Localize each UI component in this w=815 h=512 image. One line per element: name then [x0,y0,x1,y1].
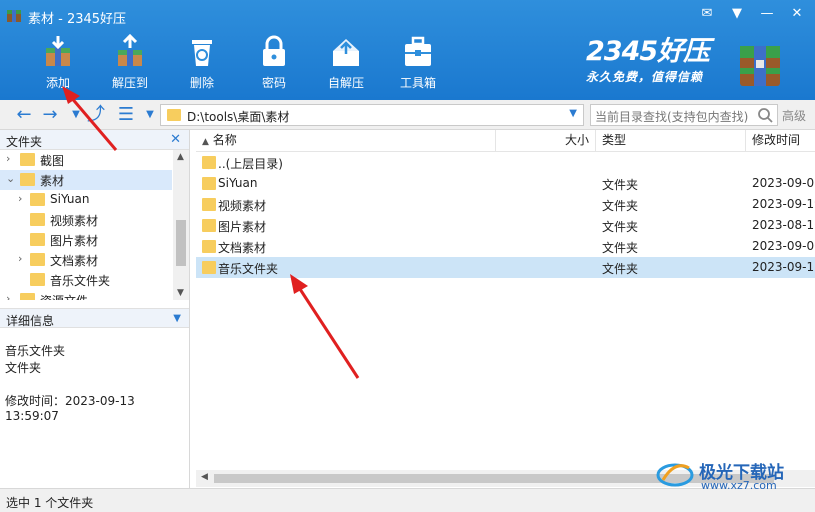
tree-scrollbar[interactable]: ▲ ▼ [173,150,189,300]
folder-icon [30,193,45,206]
detail-type: 文件夹 [5,361,42,375]
folder-icon [202,156,216,169]
table-row[interactable]: 文档素材 文件夹 2023-09-06 [196,236,815,257]
view-dropdown-icon[interactable]: ▼ [140,105,160,125]
tree-item[interactable]: › 截图 [0,150,172,170]
status-text: 选中 1 个文件夹 [6,496,94,510]
address-bar: ← → ▼ ⤴ ☰ ▼ D:\tools\桌面\素材 ▼ 当前目录查找(支持包内… [0,100,815,130]
sort-up-icon: ▲ [202,137,209,147]
brand-slogan: 永久免费，值得信赖 [586,70,704,84]
up-folder-icon[interactable]: ⤴ [86,105,106,125]
file-list: ▲ 名称 大小 类型 修改时间 ..(上层目录) SiYuan 文件夹 2023… [196,130,815,470]
folder-icon [202,198,216,211]
app-header: 素材 - 2345好压 ✉ ▼ — ✕ 添加 解压到 删除 密码 自解压 工具箱… [0,0,815,100]
folder-icon [20,293,35,300]
column-size[interactable]: 大小 [496,130,596,152]
toolbox-button[interactable]: 工具箱 [382,30,454,96]
folder-icon [202,219,216,232]
table-row-selected[interactable]: 音乐文件夹 文件夹 2023-09-13 [196,257,815,278]
search-input[interactable]: 当前目录查找(支持包内查找) [590,104,778,126]
add-archive-icon [46,36,70,66]
tree-item[interactable]: › 资源文件 [0,290,172,300]
folder-icon [167,109,181,121]
chevron-right-icon[interactable]: › [6,152,10,165]
details-header: 详细信息 ▼ [0,308,189,328]
history-dropdown-icon[interactable]: ▼ [66,105,86,125]
folder-panel: 文件夹 ✕ › 截图 ⌄ 素材 › SiYuan 视频素材 图片素材 › 文档素… [0,130,190,488]
lock-icon [263,35,285,66]
scrollbar-thumb[interactable] [176,220,186,266]
extract-to-button[interactable]: 解压到 [94,30,166,96]
archive-box-icon [740,46,780,86]
chevron-right-icon[interactable]: › [6,292,10,300]
chevron-right-icon[interactable]: › [18,252,22,265]
title-bar: 素材 - 2345好压 ✉ ▼ — ✕ [0,0,815,30]
search-icon[interactable] [757,107,773,123]
table-row[interactable]: ..(上层目录) [196,152,815,173]
folder-icon [30,273,45,286]
tree-item[interactable]: ⌄ 素材 [0,170,172,190]
tree-item[interactable]: › SiYuan [0,190,172,210]
self-extract-button[interactable]: 自解压 [310,30,382,96]
path-field[interactable]: D:\tools\桌面\素材 ▼ [160,104,584,126]
brand-name: 2345好压 [586,36,710,67]
detail-modified: 修改时间：2023-09-13 13:59:07 [5,394,135,423]
tree-item[interactable]: › 文档素材 [0,250,172,270]
folder-icon [30,253,45,266]
main-toolbar: 添加 解压到 删除 密码 自解压 工具箱 [22,30,454,96]
add-button[interactable]: 添加 [22,30,94,96]
column-type[interactable]: 类型 [596,130,746,152]
app-logo-icon [7,10,21,22]
scroll-left-icon[interactable]: ◀ [201,472,208,482]
table-row[interactable]: 视频素材 文件夹 2023-09-19 [196,194,815,215]
tree-item[interactable]: 图片素材 [0,230,172,250]
watermark: 极光下载站 www.xz7.com [655,458,815,492]
scroll-up-icon[interactable]: ▲ [177,152,184,162]
column-name[interactable]: ▲ 名称 [196,130,496,152]
delete-icon [192,40,212,66]
toolbox-icon [405,36,431,66]
table-row[interactable]: 图片素材 文件夹 2023-08-16 [196,215,815,236]
folder-icon [20,173,35,186]
detail-name: 音乐文件夹 [5,344,66,358]
self-extract-icon [333,39,359,66]
view-list-icon[interactable]: ☰ [116,105,136,125]
list-header: ▲ 名称 大小 类型 修改时间 [196,130,815,152]
folder-icon [20,153,35,166]
folder-icon [202,177,216,190]
chevron-down-icon[interactable]: ⌄ [6,172,15,185]
advanced-search-link[interactable]: 高级 [782,107,806,124]
watermark-logo-icon [656,463,694,487]
menu-dropdown-icon[interactable]: ▼ [725,4,749,24]
folder-icon [30,213,45,226]
minimize-button[interactable]: — [755,4,779,24]
feedback-icon[interactable]: ✉ [695,4,719,24]
folder-icon [202,261,216,274]
scroll-down-icon[interactable]: ▼ [177,288,184,298]
tree-item[interactable]: 音乐文件夹 [0,270,172,290]
path-dropdown-icon[interactable]: ▼ [569,108,577,119]
extract-icon [118,34,142,66]
tree-item[interactable]: 视频素材 [0,210,172,230]
folder-icon [30,233,45,246]
close-panel-icon[interactable]: ✕ [170,132,181,147]
collapse-dropdown-icon[interactable]: ▼ [173,313,181,324]
folder-panel-header: 文件夹 ✕ [0,130,189,150]
forward-arrow-icon[interactable]: → [40,105,60,125]
chevron-right-icon[interactable]: › [18,192,22,205]
brand-logo: 2345好压 永久免费，值得信赖 [586,38,736,85]
table-row[interactable]: SiYuan 文件夹 2023-09-07 [196,173,815,194]
delete-button[interactable]: 删除 [166,30,238,96]
folder-icon [202,240,216,253]
back-arrow-icon[interactable]: ← [14,105,34,125]
password-button[interactable]: 密码 [238,30,310,96]
folder-tree: › 截图 ⌄ 素材 › SiYuan 视频素材 图片素材 › 文档素材 音乐文件… [0,150,189,300]
window-title: 素材 - 2345好压 [28,12,127,27]
column-modified[interactable]: 修改时间 [746,130,815,152]
close-button[interactable]: ✕ [785,4,809,24]
status-bar: 选中 1 个文件夹 [0,488,815,512]
